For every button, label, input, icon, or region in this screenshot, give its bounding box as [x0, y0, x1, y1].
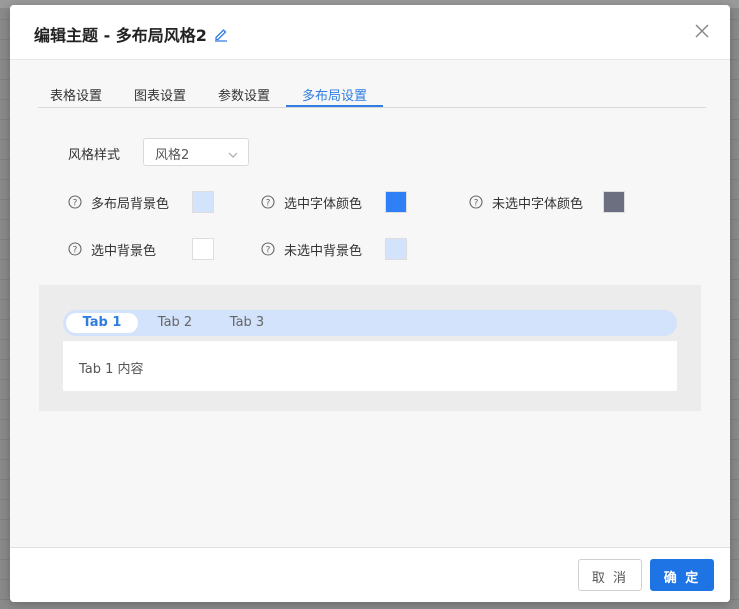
edit-pencil-icon[interactable]: [213, 26, 229, 42]
help-icon[interactable]: ?: [469, 195, 483, 209]
preview-tab-3[interactable]: Tab 3: [220, 313, 274, 333]
unselected-font-color-swatch[interactable]: [603, 191, 625, 213]
chevron-down-icon: [228, 148, 238, 158]
selected-bg-color-swatch[interactable]: [192, 238, 214, 260]
selected-font-color-label: 选中字体颜色: [284, 196, 363, 212]
ok-button[interactable]: 确 定: [650, 559, 714, 591]
layout-preview: Tab 1 Tab 2 Tab 3 Tab 1 内容: [39, 285, 701, 411]
style-label: 风格样式: [68, 148, 121, 163]
help-icon[interactable]: ?: [261, 195, 275, 209]
selected-font-color-swatch[interactable]: [385, 191, 407, 213]
svg-text:?: ?: [474, 199, 479, 209]
cancel-button[interactable]: 取 消: [578, 559, 642, 591]
dialog-footer: 取 消 确 定: [10, 547, 730, 602]
style-select[interactable]: 风格2: [143, 138, 249, 166]
tab-chart-settings[interactable]: 图表设置: [122, 81, 198, 107]
preview-tab-2[interactable]: Tab 2: [148, 313, 202, 333]
style-select-value: 风格2: [155, 148, 190, 163]
settings-tabs: 表格设置 图表设置 参数设置 多布局设置: [38, 81, 706, 108]
svg-text:?: ?: [266, 246, 271, 256]
dialog-header: 编辑主题 - 多布局风格2: [10, 5, 730, 60]
preview-tab-content: Tab 1 内容: [63, 341, 677, 391]
help-icon[interactable]: ?: [68, 195, 82, 209]
svg-text:?: ?: [266, 199, 271, 209]
preview-tab-1[interactable]: Tab 1: [66, 313, 138, 333]
svg-text:?: ?: [73, 199, 78, 209]
preview-tab-bar: Tab 1 Tab 2 Tab 3: [63, 310, 677, 336]
dialog-title: 编辑主题 - 多布局风格2: [34, 26, 207, 45]
layout-bg-color-swatch[interactable]: [192, 191, 214, 213]
unselected-font-color-label: 未选中字体颜色: [492, 196, 584, 212]
layout-bg-color-label: 多布局背景色: [91, 196, 170, 212]
unselected-bg-color-label: 未选中背景色: [284, 243, 363, 259]
selected-font-color-item: ? 选中字体颜色: [261, 191, 362, 213]
dialog-title-wrap: 编辑主题 - 多布局风格2: [34, 22, 229, 46]
tab-multi-layout-settings[interactable]: 多布局设置: [286, 81, 384, 107]
tab-param-settings[interactable]: 参数设置: [206, 81, 282, 107]
unselected-bg-color-item: ? 未选中背景色: [261, 238, 362, 260]
unselected-font-color-item: ? 未选中字体颜色: [469, 191, 583, 213]
unselected-bg-color-swatch[interactable]: [385, 238, 407, 260]
selected-bg-color-label: 选中背景色: [91, 243, 157, 259]
edit-theme-dialog: 编辑主题 - 多布局风格2 表格设置 图表设置 参数设置 多布局设置 风格样式 …: [10, 5, 730, 602]
tab-table-settings[interactable]: 表格设置: [38, 81, 114, 107]
layout-bg-color-item: ? 多布局背景色: [68, 191, 169, 213]
svg-text:?: ?: [73, 246, 78, 256]
help-icon[interactable]: ?: [261, 242, 275, 256]
selected-bg-color-item: ? 选中背景色: [68, 238, 156, 260]
close-icon[interactable]: [694, 23, 710, 39]
help-icon[interactable]: ?: [68, 242, 82, 256]
